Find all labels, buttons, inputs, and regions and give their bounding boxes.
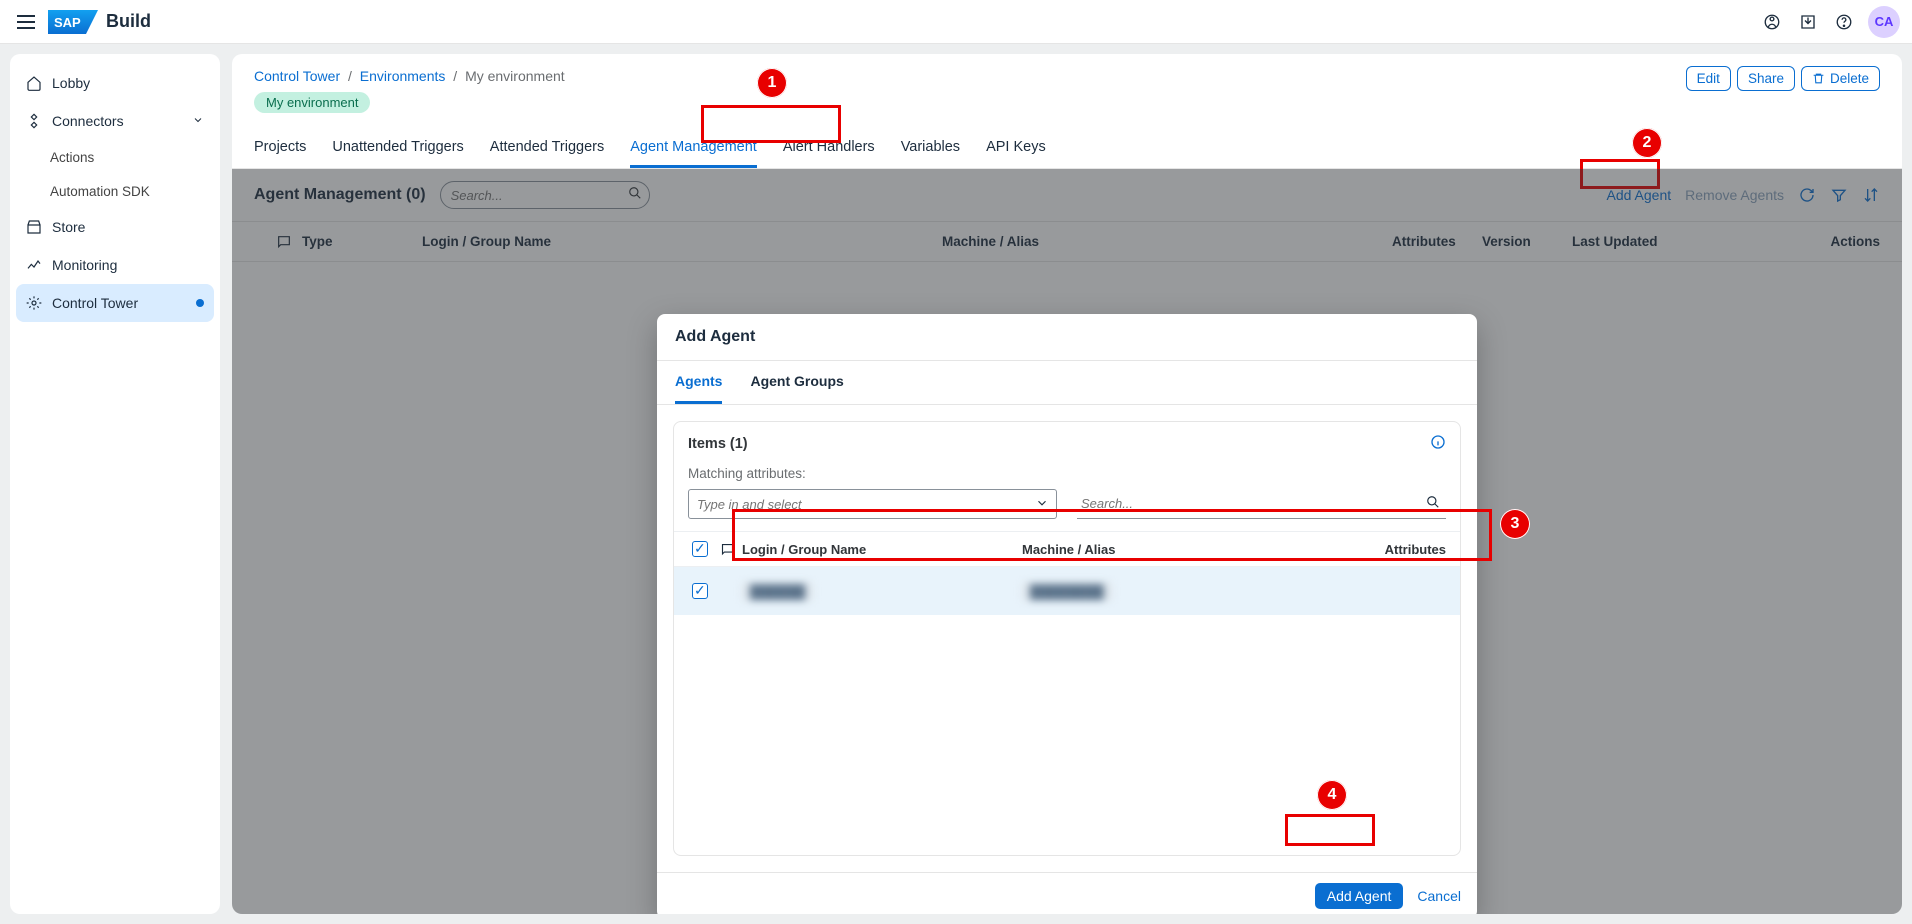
row-checkbox[interactable]	[692, 583, 708, 599]
notification-icon[interactable]	[1756, 6, 1788, 38]
tab-projects[interactable]: Projects	[254, 129, 306, 168]
chevron-down-icon	[192, 113, 204, 129]
sidebar-item-lobby[interactable]: Lobby	[16, 64, 214, 102]
tab-unattended-triggers[interactable]: Unattended Triggers	[332, 129, 463, 168]
sidebar-item-label: Control Tower	[52, 295, 138, 311]
sidebar-item-connectors[interactable]: Connectors	[16, 102, 214, 140]
dialog-col-attributes: Attributes	[1272, 542, 1446, 557]
environment-chip: My environment	[254, 92, 370, 113]
dialog-table-header: Login / Group Name Machine / Alias Attri…	[674, 531, 1460, 567]
dialog-search-input[interactable]	[1077, 489, 1446, 519]
dialog-search-field[interactable]	[1077, 489, 1446, 519]
connector-icon	[26, 113, 42, 129]
tab-variables[interactable]: Variables	[901, 129, 960, 168]
tab-alert-handlers[interactable]: Alert Handlers	[783, 129, 875, 168]
table-row[interactable]: ██████ ████████	[674, 567, 1460, 615]
page: Lobby Connectors Actions Automation SDK …	[0, 44, 1912, 924]
sidebar-item-monitoring[interactable]: Monitoring	[16, 246, 214, 284]
dialog-col-login: Login / Group Name	[742, 542, 1022, 557]
content-tabs: Projects Unattended Triggers Attended Tr…	[254, 129, 1880, 168]
tab-api-keys[interactable]: API Keys	[986, 129, 1046, 168]
info-icon[interactable]	[1430, 434, 1446, 454]
sidebar-item-label: Automation SDK	[50, 184, 150, 199]
sidebar: Lobby Connectors Actions Automation SDK …	[10, 54, 220, 914]
main-column: Control Tower / Environments / My enviro…	[232, 54, 1902, 914]
add-agent-button[interactable]: Add Agent	[1315, 883, 1404, 909]
add-agent-dialog: Add Agent Agents Agent Groups Items (1)	[657, 314, 1477, 914]
active-dot-icon	[196, 299, 204, 307]
home-icon	[26, 75, 42, 91]
store-icon	[26, 219, 42, 235]
avatar[interactable]: CA	[1868, 6, 1900, 38]
search-icon	[1426, 495, 1440, 514]
sidebar-item-label: Actions	[50, 150, 94, 165]
menu-icon[interactable]	[12, 8, 40, 36]
dialog-title: Add Agent	[657, 314, 1477, 361]
matching-attributes-label: Matching attributes:	[674, 466, 1460, 481]
brand-text: Build	[106, 11, 151, 32]
breadcrumb-link[interactable]: Control Tower	[254, 68, 340, 84]
cancel-button[interactable]: Cancel	[1417, 888, 1461, 904]
chart-icon	[26, 257, 42, 273]
sidebar-item-label: Store	[52, 219, 85, 235]
top-bar: SAP Build CA	[0, 0, 1912, 44]
sidebar-item-actions[interactable]: Actions	[16, 140, 214, 174]
row-login-value: ██████	[742, 582, 813, 601]
tab-agent-management[interactable]: Agent Management	[630, 129, 757, 168]
sap-logo: SAP	[48, 10, 98, 34]
combo-input[interactable]	[688, 489, 1057, 519]
content-body: Agent Management (0) Add Agent Remove Ag…	[232, 169, 1902, 914]
dialog-tabs: Agents Agent Groups	[657, 361, 1477, 405]
settings-icon	[26, 295, 42, 311]
items-count-label: Items (1)	[688, 436, 748, 452]
sidebar-item-store[interactable]: Store	[16, 208, 214, 246]
content-header: Control Tower / Environments / My enviro…	[232, 54, 1902, 169]
inbox-icon[interactable]	[1792, 6, 1824, 38]
sidebar-item-label: Connectors	[52, 113, 124, 129]
dialog-container: Add Agent Agents Agent Groups Items (1)	[232, 169, 1902, 914]
chevron-down-icon	[1035, 496, 1049, 515]
breadcrumb-current: My environment	[465, 68, 565, 84]
sidebar-item-automation-sdk[interactable]: Automation SDK	[16, 174, 214, 208]
row-machine-value: ████████	[1022, 582, 1112, 601]
edit-button[interactable]: Edit	[1686, 66, 1731, 91]
message-icon	[712, 542, 742, 557]
breadcrumb: Control Tower / Environments / My enviro…	[254, 68, 565, 84]
dialog-footer: Add Agent Cancel	[657, 872, 1477, 914]
share-button[interactable]: Share	[1737, 66, 1795, 91]
tab-attended-triggers[interactable]: Attended Triggers	[490, 129, 604, 168]
dialog-col-machine: Machine / Alias	[1022, 542, 1272, 557]
dialog-tab-agent-groups[interactable]: Agent Groups	[750, 361, 843, 404]
breadcrumb-link[interactable]: Environments	[360, 68, 446, 84]
sidebar-item-control-tower[interactable]: Control Tower	[16, 284, 214, 322]
delete-label: Delete	[1830, 71, 1869, 86]
trash-icon	[1812, 72, 1825, 85]
sidebar-item-label: Lobby	[52, 75, 90, 91]
delete-button[interactable]: Delete	[1801, 66, 1880, 91]
matching-attributes-select[interactable]	[688, 489, 1057, 519]
svg-text:SAP: SAP	[54, 15, 81, 30]
help-icon[interactable]	[1828, 6, 1860, 38]
sidebar-item-label: Monitoring	[52, 257, 117, 273]
select-all-checkbox[interactable]	[692, 541, 708, 557]
dialog-tab-agents[interactable]: Agents	[675, 361, 722, 404]
